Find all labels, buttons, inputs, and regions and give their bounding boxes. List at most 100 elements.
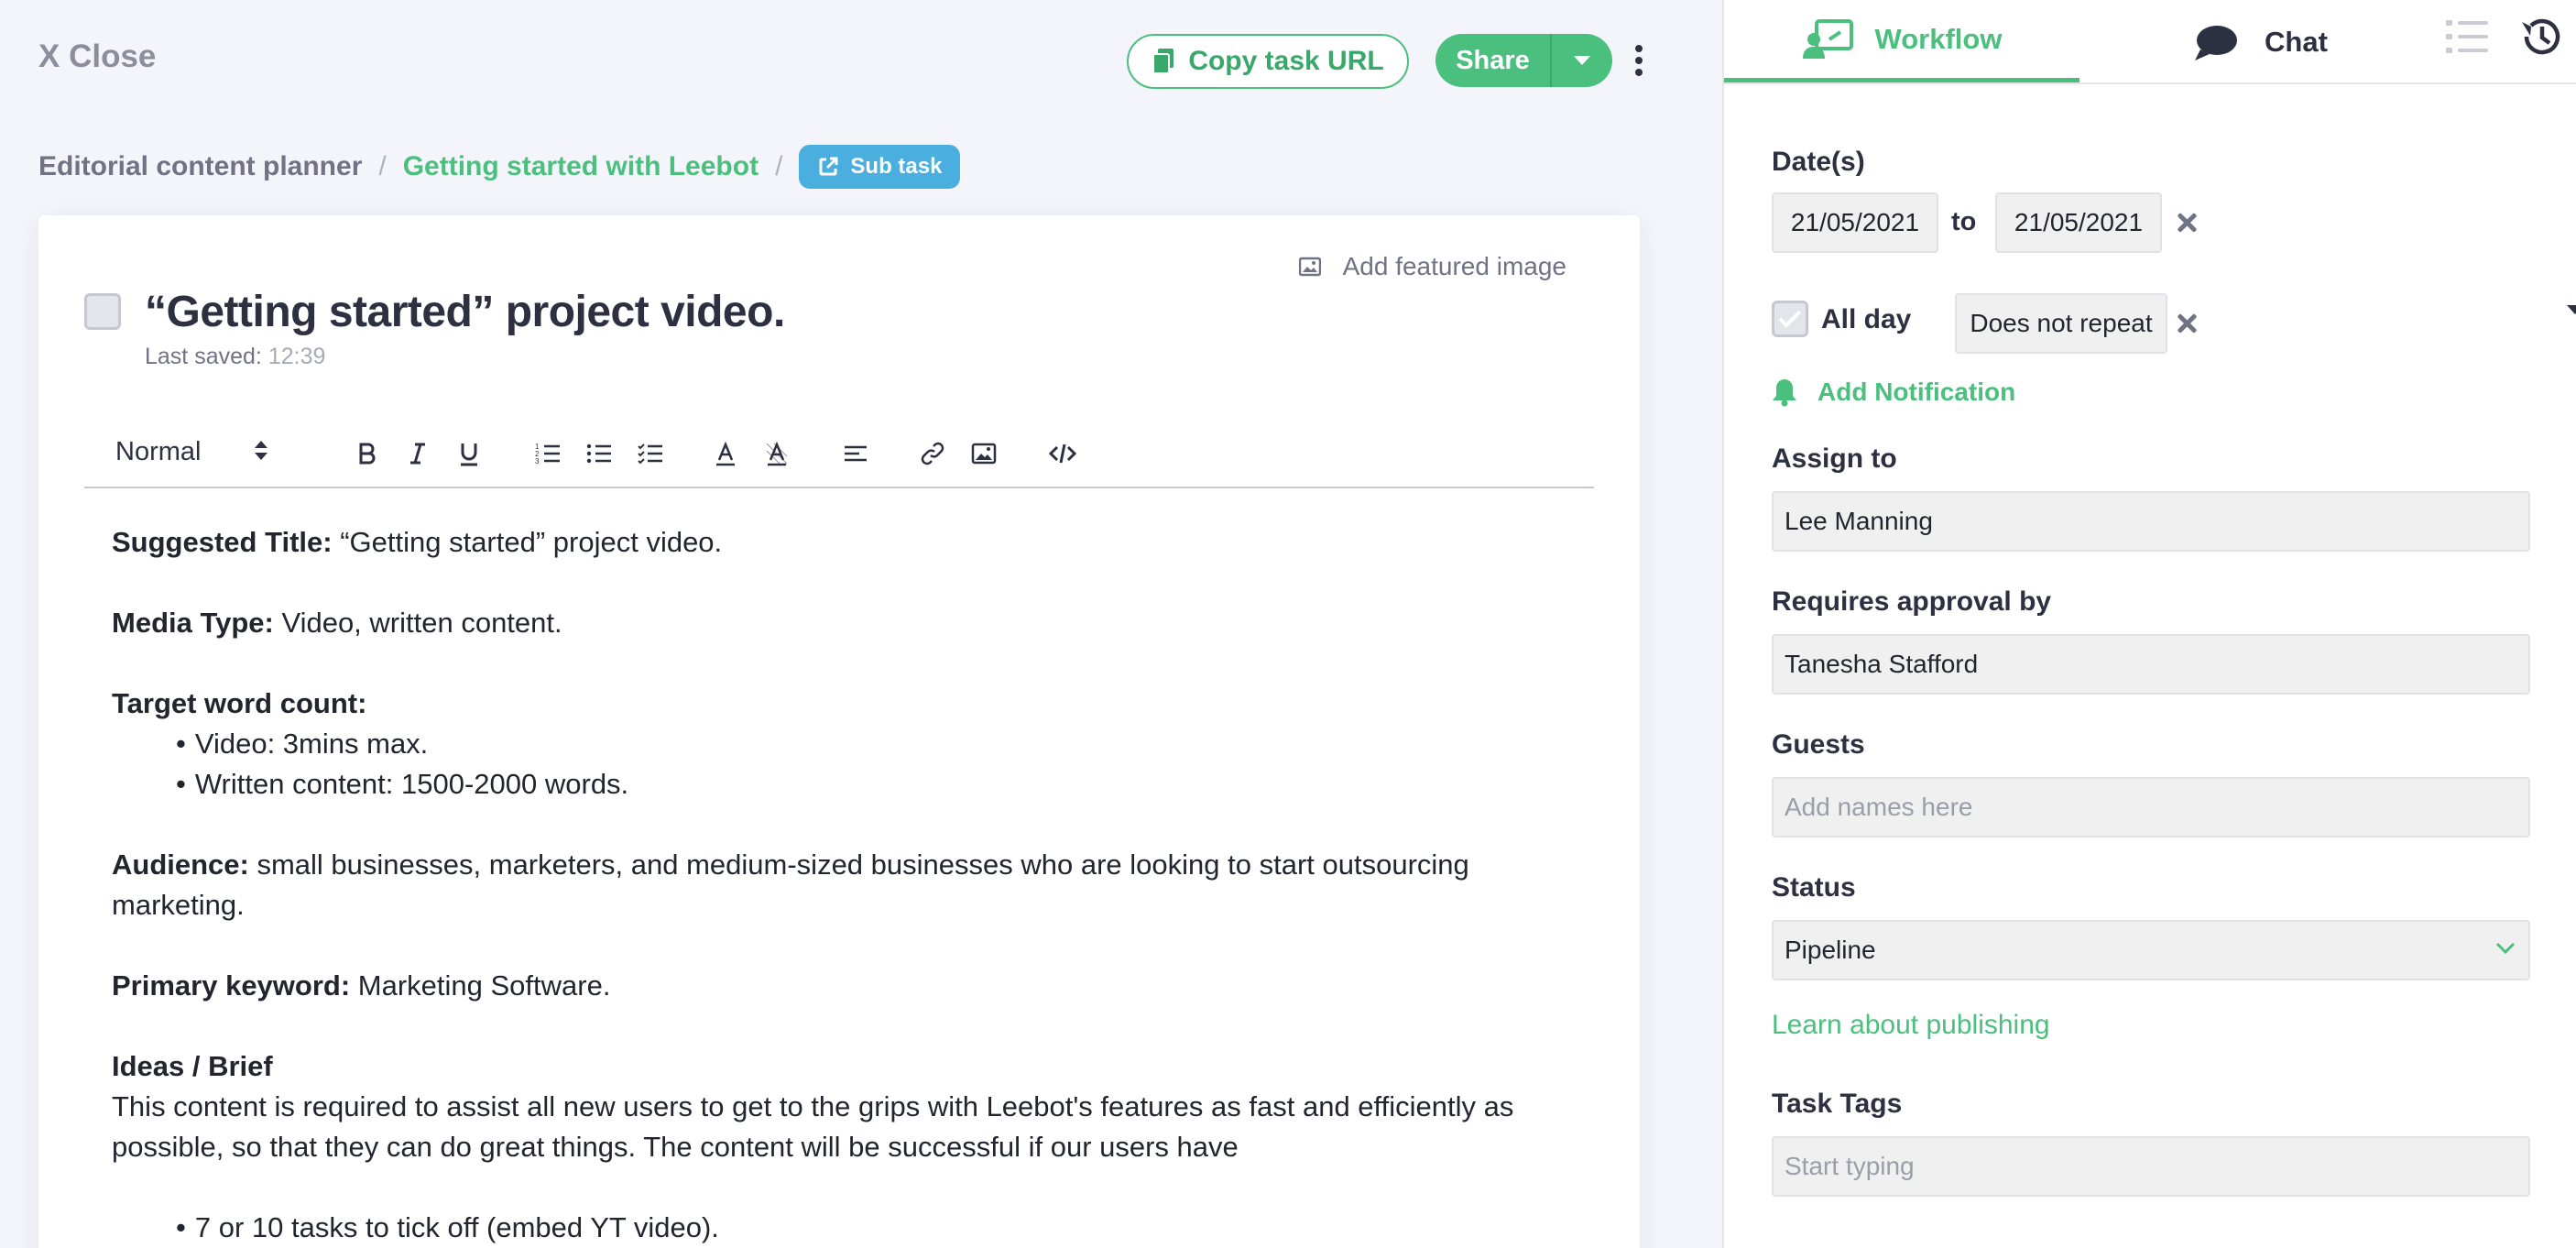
task-side-panel: Workflow Chat Date(s) 21/05/2021 to 21/0… — [1722, 0, 2576, 1248]
ordered-list-icon[interactable]: 123 — [529, 435, 566, 472]
list-item: 7 or 10 tasks to tick off (embed YT vide… — [176, 1208, 1596, 1248]
share-button[interactable]: Share — [1435, 34, 1552, 87]
last-saved: Last saved: 12:39 — [145, 344, 325, 370]
audience-line: Audience: small businesses, marketers, a… — [112, 845, 1596, 925]
code-view-icon[interactable] — [1044, 435, 1081, 472]
word-count-line: Target word count: — [112, 684, 1596, 724]
sub-task-label: Sub task — [850, 154, 943, 179]
date-from-input[interactable]: 21/05/2021 — [1772, 192, 1938, 253]
tab-workflow[interactable]: Workflow — [1724, 0, 2079, 82]
add-notification-button[interactable]: Add Notification — [1772, 378, 2015, 407]
align-left-icon[interactable] — [837, 435, 874, 472]
keyword-line: Primary keyword: Marketing Software. — [112, 966, 1596, 1006]
last-saved-time: 12:39 — [267, 344, 326, 369]
breadcrumb-planner[interactable]: Editorial content planner — [38, 151, 362, 182]
task-tags-label: Task Tags — [1772, 1089, 1903, 1119]
breadcrumb-parent-task[interactable]: Getting started with Leebot — [403, 151, 759, 182]
italic-icon[interactable] — [399, 435, 436, 472]
breadcrumb-separator: / — [775, 151, 783, 181]
editor-toolbar: Normal 123 — [84, 419, 1594, 488]
all-day-label: All day — [1821, 304, 1912, 334]
guests-input[interactable]: Add names here — [1772, 777, 2530, 837]
suggested-title-label: Suggested Title: — [112, 526, 333, 558]
task-card: Add featured image “Getting started” pro… — [38, 215, 1640, 1248]
image-icon — [1298, 257, 1321, 277]
link-icon[interactable] — [914, 435, 951, 472]
audience-value: small businesses, marketers, and medium-… — [112, 848, 1469, 921]
bullet-list-icon[interactable] — [581, 435, 617, 472]
task-complete-checkbox[interactable] — [84, 293, 121, 330]
close-button[interactable]: X Close — [38, 38, 156, 75]
date-to-label: to — [1951, 207, 1977, 236]
suggested-title-value: “Getting started” project video. — [332, 526, 723, 558]
clear-dates-icon[interactable] — [2177, 213, 2197, 233]
audience-label: Audience: — [112, 848, 249, 881]
tab-chat[interactable]: Chat — [2191, 0, 2328, 84]
media-type-line: Media Type: Video, written content. — [112, 603, 1596, 643]
all-day-checkbox[interactable] — [1772, 301, 1808, 337]
word-count-label: Target word count: — [112, 687, 367, 719]
bold-icon[interactable] — [348, 435, 385, 472]
suggested-title-line: Suggested Title: “Getting started” proje… — [112, 522, 1596, 563]
assign-input[interactable]: Lee Manning — [1772, 491, 2530, 552]
share-dropdown-button[interactable] — [1552, 34, 1612, 87]
bell-icon — [1773, 379, 1796, 407]
ideas-heading: Ideas / Brief — [112, 1046, 1596, 1087]
checklist-icon[interactable] — [632, 435, 669, 472]
clear-repeat-icon[interactable] — [2177, 313, 2197, 334]
task-title[interactable]: “Getting started” project video. — [145, 287, 785, 337]
last-saved-label: Last saved: — [145, 344, 268, 369]
task-content-editor[interactable]: Suggested Title: “Getting started” proje… — [112, 522, 1596, 1248]
text-color-icon[interactable] — [707, 435, 744, 472]
underline-icon[interactable] — [451, 435, 487, 472]
status-value: Pipeline — [1785, 936, 1876, 964]
dates-label: Date(s) — [1772, 147, 1865, 177]
side-panel-tabs: Workflow Chat — [1724, 0, 2576, 84]
copy-task-url-label: Copy task URL — [1188, 46, 1384, 76]
tab-workflow-label: Workflow — [1874, 22, 2003, 55]
add-featured-image-label: Add featured image — [1342, 252, 1566, 280]
workflow-icon — [1802, 18, 1853, 59]
date-to-input[interactable]: 21/05/2021 — [1995, 192, 2162, 253]
list-view-icon[interactable] — [2446, 18, 2490, 55]
insert-image-icon[interactable] — [966, 435, 1002, 472]
breadcrumb-separator: / — [378, 151, 387, 181]
external-link-icon — [819, 157, 838, 176]
highlight-icon[interactable] — [759, 435, 795, 472]
assign-label: Assign to — [1772, 443, 1897, 474]
sub-task-badge[interactable]: Sub task — [799, 145, 961, 189]
copy-task-url-button[interactable]: Copy task URL — [1127, 34, 1409, 89]
task-tags-input[interactable]: Start typing — [1772, 1136, 2530, 1197]
status-label: Status — [1772, 872, 1856, 903]
select-arrows-icon — [255, 441, 267, 466]
approval-input[interactable]: Tanesha Stafford — [1772, 634, 2530, 695]
keyword-value: Marketing Software. — [350, 969, 611, 1002]
ideas-label: Ideas / Brief — [112, 1050, 273, 1082]
history-icon[interactable] — [2519, 15, 2563, 59]
guests-label: Guests — [1772, 729, 1865, 760]
text-style-select[interactable]: Normal — [115, 437, 267, 467]
caret-down-icon — [1574, 56, 1590, 65]
approval-label: Requires approval by — [1772, 586, 2052, 617]
list-item: Video: 3mins max. — [176, 724, 1596, 764]
media-type-value: Video, written content. — [273, 607, 562, 639]
ideas-text: This content is required to assist all n… — [112, 1090, 1514, 1163]
more-options-icon[interactable] — [1632, 45, 1645, 82]
repeat-select[interactable]: Does not repeat — [1955, 293, 2167, 354]
status-select[interactable]: Pipeline — [1772, 920, 2530, 980]
caret-down-icon[interactable] — [2567, 305, 2576, 314]
copy-icon — [1152, 49, 1174, 74]
media-type-label: Media Type: — [112, 607, 274, 639]
share-button-group: Share — [1435, 34, 1612, 87]
text-style-value: Normal — [115, 437, 202, 466]
add-notification-label: Add Notification — [1817, 378, 2016, 406]
keyword-label: Primary keyword: — [112, 969, 351, 1002]
tab-chat-label: Chat — [2265, 26, 2328, 58]
add-featured-image-button[interactable]: Add featured image — [1298, 252, 1566, 281]
learn-about-publishing-link[interactable]: Learn about publishing — [1772, 1010, 2050, 1041]
chat-bubble-icon — [2195, 26, 2237, 60]
list-item: Written content: 1500-2000 words. — [176, 764, 1596, 805]
checkmark-icon — [1778, 310, 1802, 328]
chevron-down-icon — [2495, 942, 2516, 955]
svg-text:3: 3 — [535, 457, 540, 465]
